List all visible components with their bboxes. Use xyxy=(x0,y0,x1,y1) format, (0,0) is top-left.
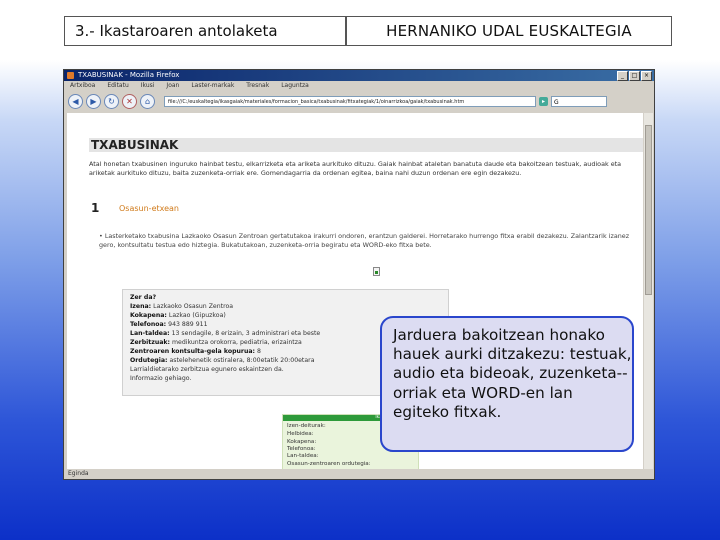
menu-tools[interactable]: Tresnak xyxy=(246,81,269,91)
menu-file[interactable]: Artxiboa xyxy=(70,81,95,91)
worksheet-line: Izen-deiturak: xyxy=(287,423,326,429)
worksheet-line: Kokapena: xyxy=(287,439,317,445)
document-icon[interactable] xyxy=(373,267,380,276)
stop-icon[interactable]: ✕ xyxy=(122,93,137,109)
worksheet-line: Helbidea: xyxy=(287,431,314,437)
menu-bar: Artxiboa Editatu Ikusi Joan Laster-marka… xyxy=(64,81,654,91)
reload-icon[interactable]: ↻ xyxy=(104,93,119,109)
window-title: TXABUSINAK - Mozilla Firefox xyxy=(78,71,180,79)
callout-box: Jarduera bakoitzean honako hauek aurki d… xyxy=(380,316,634,452)
info-line: Lan-taldea: 13 sendagile, 8 erizain, 3 a… xyxy=(130,330,321,337)
info-line: Zer da? xyxy=(130,294,157,301)
info-line: Larrialdietarako zerbitzua egunero eskai… xyxy=(130,366,284,373)
section-title-link[interactable]: Osasun-etxean xyxy=(119,204,179,213)
back-icon[interactable]: ◀ xyxy=(68,93,83,109)
vertical-scrollbar[interactable] xyxy=(644,113,653,469)
menu-view[interactable]: Ikusi xyxy=(141,81,155,91)
info-line: Informazio gehiago. xyxy=(130,375,192,382)
minimize-button[interactable]: _ xyxy=(617,71,628,81)
slide-title-right: HERNANIKO UDAL EUSKALTEGIA xyxy=(346,16,672,46)
close-button[interactable]: × xyxy=(641,71,652,81)
section-number: 1 xyxy=(91,201,100,215)
worksheet-line: Telefonoa: xyxy=(287,446,316,452)
menu-go[interactable]: Joan xyxy=(166,81,179,91)
info-line: Zerbitzuak: medikuntza orokorra, pediatr… xyxy=(130,339,302,346)
worksheet-line: Osasun-zentroaren ordutegia: xyxy=(287,461,371,467)
forward-icon[interactable]: ▶ xyxy=(86,93,101,109)
menu-bookmarks[interactable]: Laster-markak xyxy=(191,81,234,91)
maximize-button[interactable]: □ xyxy=(629,71,640,81)
window-titlebar[interactable]: TXABUSINAK - Mozilla Firefox _ □ × xyxy=(64,70,654,81)
info-line: Ordutegia: astelehenetik ostiralera, 8:0… xyxy=(130,357,315,364)
worksheet-line: Lan-taldea: xyxy=(287,453,319,459)
bullet-text: • Lasterketako txabusina Lazkaoko Osasun… xyxy=(99,232,630,249)
go-button[interactable]: ▸ xyxy=(539,96,548,106)
home-icon[interactable]: ⌂ xyxy=(140,93,155,109)
navigation-toolbar: ◀ ▶ ↻ ✕ ⌂ file:///C:/euskaltegia/ikasgai… xyxy=(64,91,654,111)
bullet-body: Lasterketako txabusina Lazkaoko Osasun Z… xyxy=(99,232,630,249)
status-bar: Eginda xyxy=(68,470,89,477)
info-line: Telefonoa: 943 889 911 xyxy=(130,321,208,328)
intro-text: Atal honetan txabusinen inguruko hainbat… xyxy=(89,160,622,177)
menu-edit[interactable]: Editatu xyxy=(107,81,128,91)
scrollbar-thumb[interactable] xyxy=(645,125,652,295)
info-line: Izena: Lazkaoko Osasun Zentroa xyxy=(130,303,234,310)
page-heading: TXABUSINAK xyxy=(89,138,643,152)
menu-help[interactable]: Laguntza xyxy=(281,81,309,91)
slide-title-left: 3.- Ikastaroaren antolaketa xyxy=(64,16,346,46)
info-line: Zentroaren kontsulta-gela kopurua: 8 xyxy=(130,348,261,355)
info-line: Kokapena: Lazkao (Gipuzkoa) xyxy=(130,312,226,319)
search-input[interactable]: G xyxy=(551,95,607,107)
firefox-icon xyxy=(67,72,74,79)
address-bar[interactable]: file:///C:/euskaltegia/ikasgaiak/materia… xyxy=(164,95,536,107)
